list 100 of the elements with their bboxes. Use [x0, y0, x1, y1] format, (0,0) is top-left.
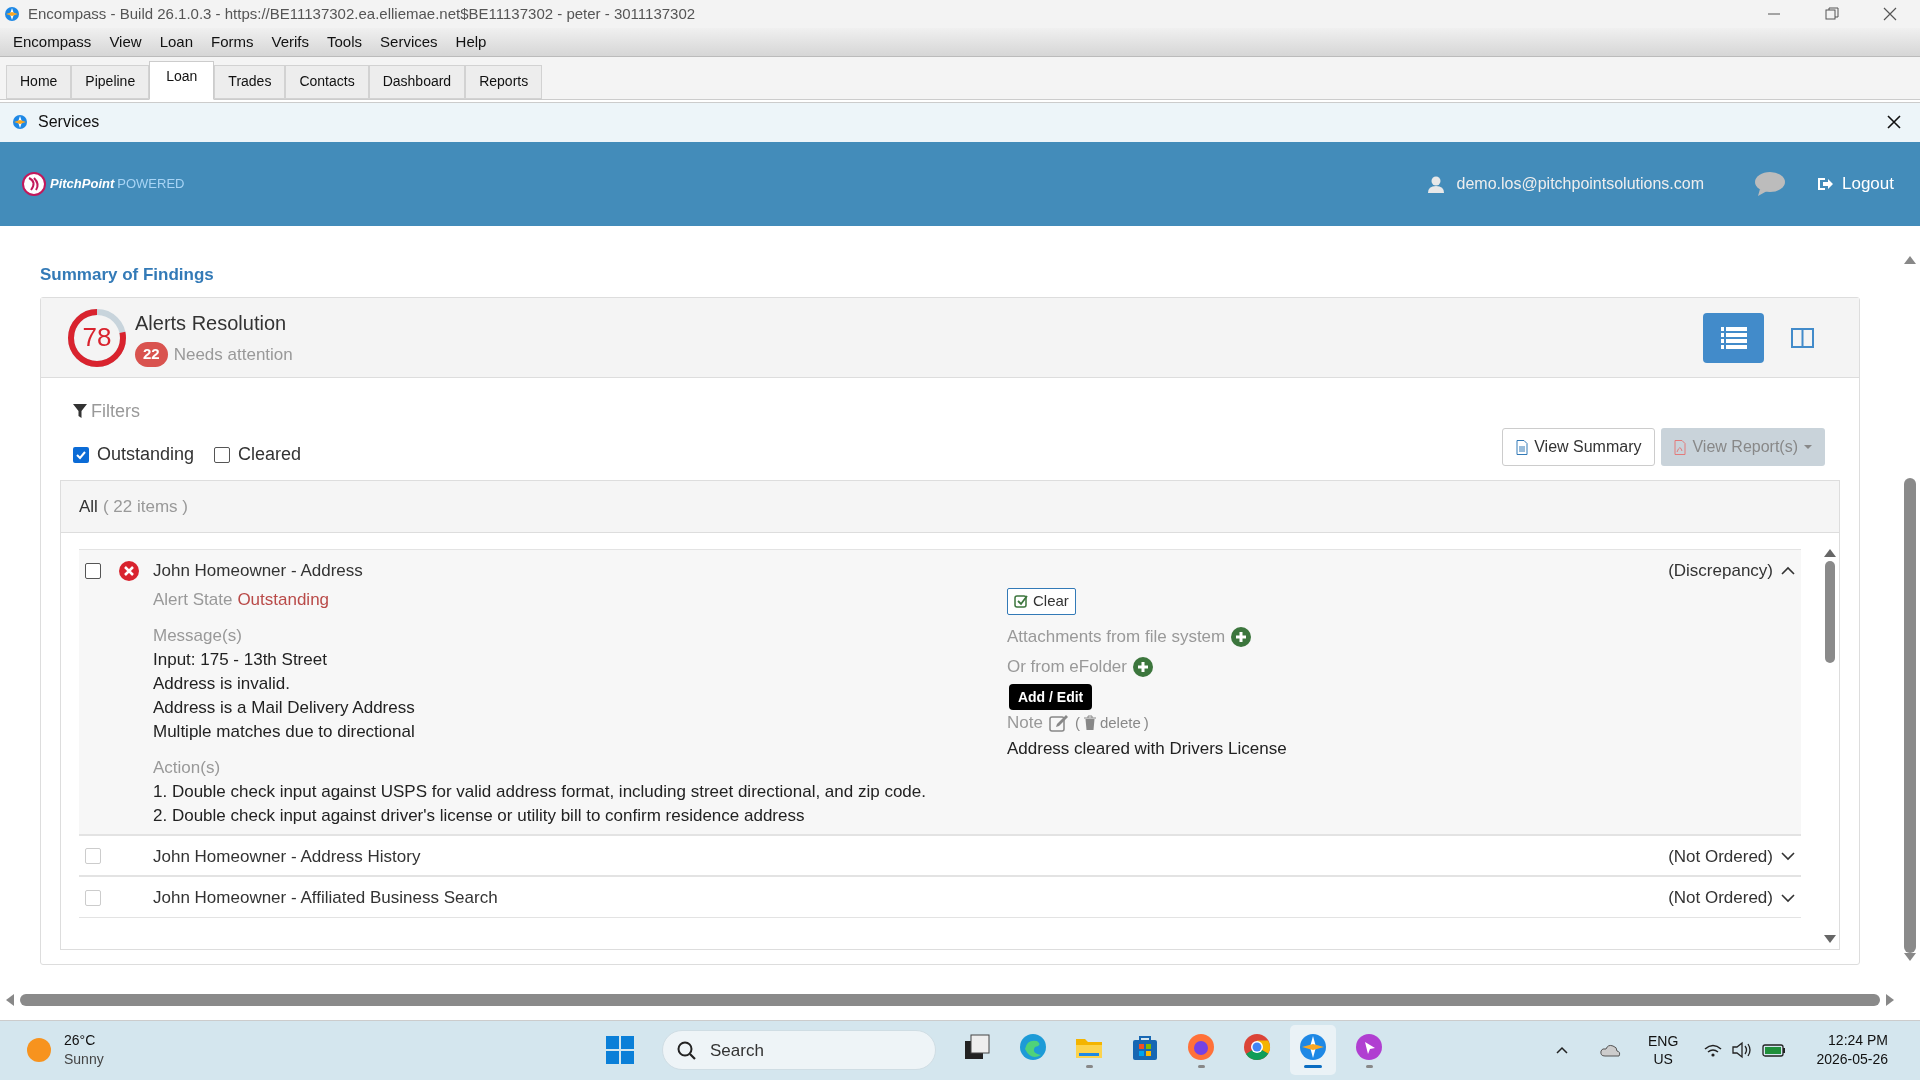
tab[interactable]: Reports	[465, 64, 543, 99]
volume-icon[interactable]	[1732, 1041, 1753, 1060]
add-icon[interactable]	[1231, 626, 1252, 647]
finding-title: John Homeowner - Address	[153, 560, 364, 583]
row-checkbox[interactable]	[85, 562, 101, 579]
finding-row[interactable]	[79, 549, 1801, 835]
finding-status: (Discrepancy)	[1668, 560, 1773, 583]
weather-text: Sunny	[64, 1050, 104, 1070]
caret-icon	[1804, 445, 1812, 450]
menu-item[interactable]: View	[100, 30, 151, 54]
tab[interactable]: Contacts	[285, 64, 369, 99]
menu-item[interactable]: Loan	[150, 30, 202, 54]
filter-icon	[73, 404, 87, 420]
language[interactable]: ENG	[1648, 1032, 1679, 1051]
finding-status: (Not Ordered)	[1668, 845, 1773, 868]
menu-item[interactable]: Encompass	[4, 30, 101, 54]
field-label: Note	[1007, 711, 1043, 734]
tab[interactable]: Home	[6, 64, 72, 99]
scroll-up-icon[interactable]	[1824, 549, 1836, 558]
close-icon[interactable]	[1886, 114, 1902, 131]
compass-app-icon	[1299, 1032, 1327, 1061]
score-ring	[67, 307, 127, 368]
battery-icon[interactable]	[1762, 1041, 1787, 1059]
paren-text: )	[1143, 712, 1149, 733]
card-heading: Alerts Resolution	[135, 310, 288, 336]
field-label: Attachments from file system	[1007, 625, 1226, 648]
chat-icon[interactable]	[1754, 170, 1786, 197]
finding-title: John Homeowner - Affiliated Business Search	[153, 887, 499, 910]
filter-checkbox[interactable]: Cleared	[214, 441, 302, 469]
list-icon	[1720, 326, 1747, 349]
finding-status: (Not Ordered)	[1668, 887, 1773, 910]
section-title: Summary of Findings	[40, 263, 215, 286]
finding-title: John Homeowner - Address History	[153, 845, 422, 868]
menu-item[interactable]: Forms	[202, 30, 263, 54]
scroll-thumb[interactable]	[1904, 477, 1916, 953]
clear-button[interactable]: Clear	[1007, 587, 1076, 615]
panel-title: Services	[38, 112, 101, 133]
add-icon[interactable]	[1133, 656, 1153, 677]
columns-icon	[1791, 327, 1814, 348]
group-label: All	[79, 495, 98, 518]
paren-text: (	[1074, 712, 1080, 733]
fox-browser-icon	[1187, 1032, 1215, 1061]
scroll-right-icon[interactable]	[1886, 994, 1894, 1007]
tab[interactable]: Loan	[149, 60, 215, 100]
tab[interactable]: Trades	[214, 64, 286, 99]
brand-tagline: POWERED	[117, 174, 186, 193]
filter-checkbox[interactable]: Outstanding	[73, 441, 195, 469]
search-icon	[677, 1040, 696, 1060]
menu-item[interactable]: Tools	[318, 30, 372, 54]
field-label: Alert State	[153, 588, 233, 611]
clock-time[interactable]: 12:24 PM	[1828, 1031, 1888, 1051]
pdf-icon	[1674, 439, 1687, 455]
edit-icon[interactable]	[1048, 713, 1069, 732]
menu-item[interactable]: Verifs	[262, 30, 318, 54]
logout-button[interactable]: Logout	[1816, 170, 1894, 197]
document-icon	[1516, 439, 1529, 455]
tooltip: Add / Edit	[1008, 683, 1093, 710]
chrome-style-icon	[1243, 1032, 1271, 1061]
action-text: 1. Double check input against USPS for valid address format, including street directional, and zip code.	[153, 780, 927, 803]
tab[interactable]: Dashboard	[368, 64, 466, 99]
scroll-left-icon[interactable]	[6, 994, 14, 1007]
services-logo-icon	[12, 114, 28, 131]
pitchpoint-logo-icon	[22, 171, 46, 196]
filters-label: Filters	[91, 400, 140, 424]
message-text: Address is invalid.	[153, 672, 291, 695]
message-text: Input: 175 - 13th Street	[153, 648, 328, 671]
scroll-down-icon[interactable]	[1824, 935, 1836, 944]
item-count: ( 22 items )	[102, 495, 188, 518]
start-icon[interactable]	[606, 1036, 634, 1065]
restore-icon[interactable]	[1824, 5, 1840, 22]
search-placeholder: Search	[710, 1039, 764, 1062]
count-badge: 22	[135, 342, 168, 367]
collapse-icon[interactable]	[1781, 564, 1795, 577]
scroll-thumb[interactable]	[1825, 561, 1835, 664]
temperature: 26°C	[64, 1031, 97, 1051]
field-label: Message(s)	[153, 624, 243, 647]
search-field[interactable]: Search	[662, 1030, 936, 1071]
menu-item[interactable]: Services	[371, 30, 447, 54]
tab[interactable]: Pipeline	[71, 64, 150, 99]
task-view-icon	[963, 1032, 991, 1061]
status-text: Needs attention	[173, 343, 293, 366]
menu-item[interactable]: Help	[446, 30, 496, 54]
user-email: demo.los@pitchpointsolutions.com	[1456, 173, 1704, 194]
note-text: Address cleared with Drivers License	[1007, 737, 1287, 760]
action-text: 2. Double check input against driver's license or utility bill to confirm residence address	[153, 804, 806, 827]
app-logo-icon	[4, 5, 20, 22]
cloud-icon[interactable]	[1600, 1042, 1623, 1059]
scroll-up-icon[interactable]	[1904, 255, 1916, 264]
scroll-thumb[interactable]	[20, 994, 1880, 1007]
list-view-button[interactable]	[1703, 312, 1764, 363]
clock-date[interactable]: 2026-05-26	[1816, 1050, 1888, 1070]
close-icon[interactable]	[1882, 5, 1898, 22]
check-icon	[1014, 594, 1028, 609]
wifi-icon[interactable]	[1704, 1043, 1723, 1058]
region[interactable]: US	[1653, 1050, 1673, 1069]
view-summary-button[interactable]: View Summary	[1502, 428, 1656, 467]
browser-icon	[1019, 1032, 1047, 1061]
chevron-up-icon[interactable]	[1556, 1046, 1569, 1055]
user-icon	[1426, 174, 1445, 193]
pointer-app-icon	[1355, 1032, 1383, 1061]
